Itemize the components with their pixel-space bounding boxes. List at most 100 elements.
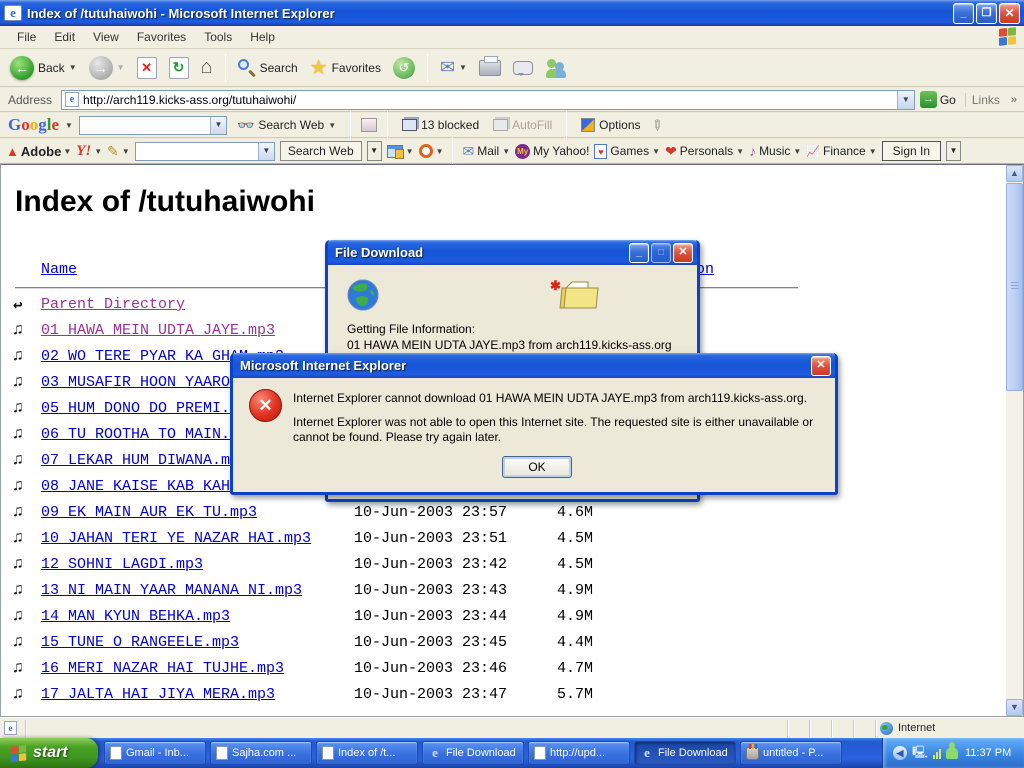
google-search-dropdown-icon[interactable]: ▼ [210, 117, 226, 134]
taskbar-window-button[interactable]: e File Download [634, 741, 736, 765]
bookmarks-dropdown-icon[interactable]: ▼ [406, 147, 414, 156]
menu-item[interactable]: Help [241, 27, 284, 47]
file-link[interactable]: 07 LEKAR HUM DIWANA.mp3 [41, 452, 248, 469]
yahoo-search-web-dropdown[interactable]: ▼ [367, 141, 382, 161]
home-button[interactable]: ⌂ [197, 54, 217, 81]
file-link[interactable]: 13 NI MAIN YAAR MANANA NI.mp3 [41, 582, 302, 599]
tray-chevron-icon[interactable]: ◀ [893, 746, 907, 760]
address-dropdown-button[interactable]: ▼ [897, 91, 914, 109]
file-link[interactable]: 06 TU ROOTHA TO MAIN.mp3 [41, 426, 257, 443]
file-link[interactable]: 12 SOHNI LAGDI.mp3 [41, 556, 203, 573]
yahoo-mail-dropdown-icon[interactable]: ▼ [502, 147, 510, 156]
scroll-down-icon[interactable]: ▼ [1006, 699, 1023, 716]
highlighter-icon[interactable]: ✎ [646, 115, 666, 135]
tray-display-icon[interactable]: 🖳 [912, 743, 928, 764]
mail-button[interactable]: ✉ ▼ [436, 55, 471, 80]
yahoo-personals-button[interactable]: ❤ Personals ▼ [665, 143, 744, 160]
download-close-button[interactable]: ✕ [673, 243, 693, 263]
yahoo-search-dropdown-icon[interactable]: ▼ [258, 143, 274, 160]
taskbar-window-button[interactable]: Sajha.com ... [210, 741, 312, 765]
taskbar-window-button[interactable]: Gmail - Inb... [104, 741, 206, 765]
vertical-scrollbar[interactable]: ▲ ▼ [1006, 165, 1023, 716]
discuss-button[interactable] [509, 59, 537, 77]
yahoo-target-button[interactable]: ▼ [419, 144, 444, 158]
forward-button[interactable]: → ▼ [85, 54, 129, 82]
download-minimize-button[interactable]: _ [629, 243, 649, 263]
adobe-dropdown-icon[interactable]: ▼ [63, 147, 71, 156]
taskbar-window-button[interactable]: http://upd... [528, 741, 630, 765]
personals-dropdown-icon[interactable]: ▼ [736, 147, 744, 156]
yahoo-mail-button[interactable]: ✉ Mail ▼ [462, 143, 510, 160]
games-dropdown-icon[interactable]: ▼ [652, 147, 660, 156]
scrollbar-thumb[interactable] [1006, 183, 1023, 391]
target-dropdown-icon[interactable]: ▼ [436, 147, 444, 156]
print-button[interactable] [475, 58, 505, 78]
adobe-button[interactable]: ▲ Adobe ▼ [6, 144, 71, 159]
menu-item[interactable]: Edit [45, 27, 84, 47]
mail-dropdown-icon[interactable]: ▼ [459, 63, 467, 72]
tray-signal-icon[interactable] [933, 747, 941, 759]
close-button[interactable]: ✕ [999, 3, 1020, 24]
download-maximize-button[interactable]: □ [651, 243, 671, 263]
file-link[interactable]: 10 JAHAN TERI YE NAZAR HAI.mp3 [41, 530, 311, 547]
yahoo-music-button[interactable]: ♪ Music ▼ [749, 143, 801, 159]
google-search-input[interactable]: ▼ [79, 116, 227, 135]
autofill-button[interactable]: AutoFill [489, 116, 556, 134]
google-logo[interactable]: Google [8, 115, 59, 135]
address-input[interactable]: e http://arch119.kicks-ass.org/tutuhaiwo… [61, 90, 915, 110]
yahoo-logo-button[interactable]: Y! ▼ [76, 143, 102, 160]
yahoo-bookmarks-button[interactable]: ▼ [387, 145, 414, 158]
file-link[interactable]: Parent Directory [41, 296, 185, 313]
yahoo-games-button[interactable]: ♥ Games ▼ [594, 144, 660, 159]
file-link[interactable]: 17 JALTA HAI JIYA MERA.mp3 [41, 686, 275, 703]
search-button[interactable]: Search [234, 57, 302, 79]
file-link[interactable]: 01 HAWA MEIN UDTA JAYE.mp3 [41, 322, 275, 339]
taskbar-window-button[interactable]: Index of /t... [316, 741, 418, 765]
yahoo-search-web-button[interactable]: Search Web [280, 141, 362, 161]
tray-messenger-icon[interactable] [946, 747, 958, 759]
messenger-button[interactable] [541, 56, 571, 80]
my-yahoo-button[interactable]: My My Yahoo! [515, 144, 589, 159]
yahoo-pencil-button[interactable]: ✎ ▼ [107, 143, 130, 160]
restore-button[interactable]: ❐ [976, 3, 997, 24]
name-column-header[interactable]: Name [41, 261, 77, 278]
yahoo-dropdown-icon[interactable]: ▼ [94, 147, 102, 156]
file-link[interactable]: 15 TUNE O RANGEELE.mp3 [41, 634, 239, 651]
file-link[interactable]: 16 MERI NAZAR HAI TUJHE.mp3 [41, 660, 284, 677]
favorites-button[interactable]: ★ Favorites [306, 53, 385, 82]
minimize-button[interactable]: _ [953, 3, 974, 24]
file-link[interactable]: 09 EK MAIN AUR EK TU.mp3 [41, 504, 257, 521]
back-button[interactable]: ← Back ▼ [6, 54, 81, 82]
menu-item[interactable]: File [8, 27, 45, 47]
sign-in-button[interactable]: Sign In [882, 141, 941, 161]
menu-item[interactable]: View [84, 27, 128, 47]
yahoo-finance-button[interactable]: 📈 Finance ▼ [806, 144, 876, 158]
options-button[interactable]: Options [577, 116, 644, 134]
news-icon[interactable] [361, 118, 377, 132]
search-web-dropdown-icon[interactable]: ▼ [328, 121, 336, 130]
google-dropdown-icon[interactable]: ▼ [65, 121, 73, 130]
music-dropdown-icon[interactable]: ▼ [793, 147, 801, 156]
start-button[interactable]: start [0, 738, 98, 768]
go-button[interactable]: → Go [920, 91, 960, 108]
back-dropdown-icon[interactable]: ▼ [69, 63, 77, 72]
address-url[interactable]: http://arch119.kicks-ass.org/tutuhaiwohi… [79, 93, 897, 107]
popup-blocked-button[interactable]: 13 blocked [398, 116, 483, 134]
yahoo-search-input[interactable]: ▼ [135, 142, 275, 161]
scroll-up-icon[interactable]: ▲ [1006, 165, 1023, 182]
file-link[interactable]: 05 HUM DONO DO PREMI.mp3 [41, 400, 257, 417]
refresh-button[interactable]: ↻ [165, 55, 193, 81]
finance-dropdown-icon[interactable]: ▼ [869, 147, 877, 156]
stop-button[interactable]: ✕ [133, 55, 161, 81]
sign-in-dropdown[interactable]: ▼ [946, 141, 961, 161]
links-label[interactable]: Links [965, 93, 1006, 107]
menu-item[interactable]: Tools [195, 27, 241, 47]
file-link[interactable]: 14 MAN KYUN BEHKA.mp3 [41, 608, 230, 625]
taskbar-window-button[interactable]: untitled - P... [740, 741, 842, 765]
history-button[interactable]: ↺ [389, 55, 419, 81]
google-search-web-button[interactable]: 👓 Search Web ▼ [233, 115, 340, 136]
taskbar-window-button[interactable]: e File Download [422, 741, 524, 765]
ok-button[interactable]: OK [502, 456, 572, 478]
pencil-dropdown-icon[interactable]: ▼ [122, 147, 130, 156]
menu-item[interactable]: Favorites [128, 27, 195, 47]
